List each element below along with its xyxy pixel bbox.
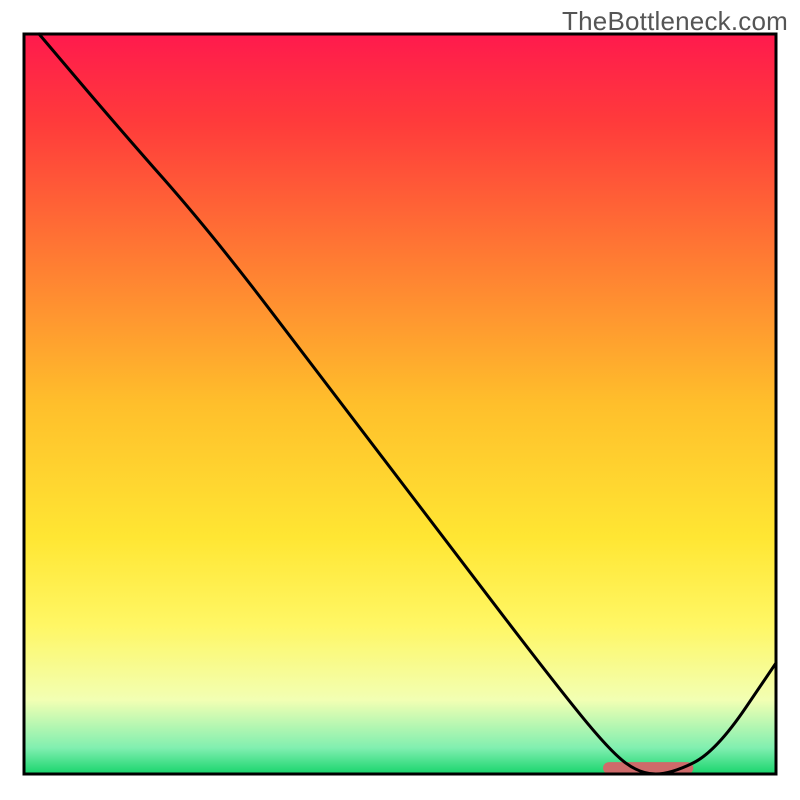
plot-background bbox=[24, 34, 776, 774]
chart-plot bbox=[0, 0, 800, 800]
chart-container: TheBottleneck.com bbox=[0, 0, 800, 800]
watermark-label: TheBottleneck.com bbox=[562, 6, 788, 37]
